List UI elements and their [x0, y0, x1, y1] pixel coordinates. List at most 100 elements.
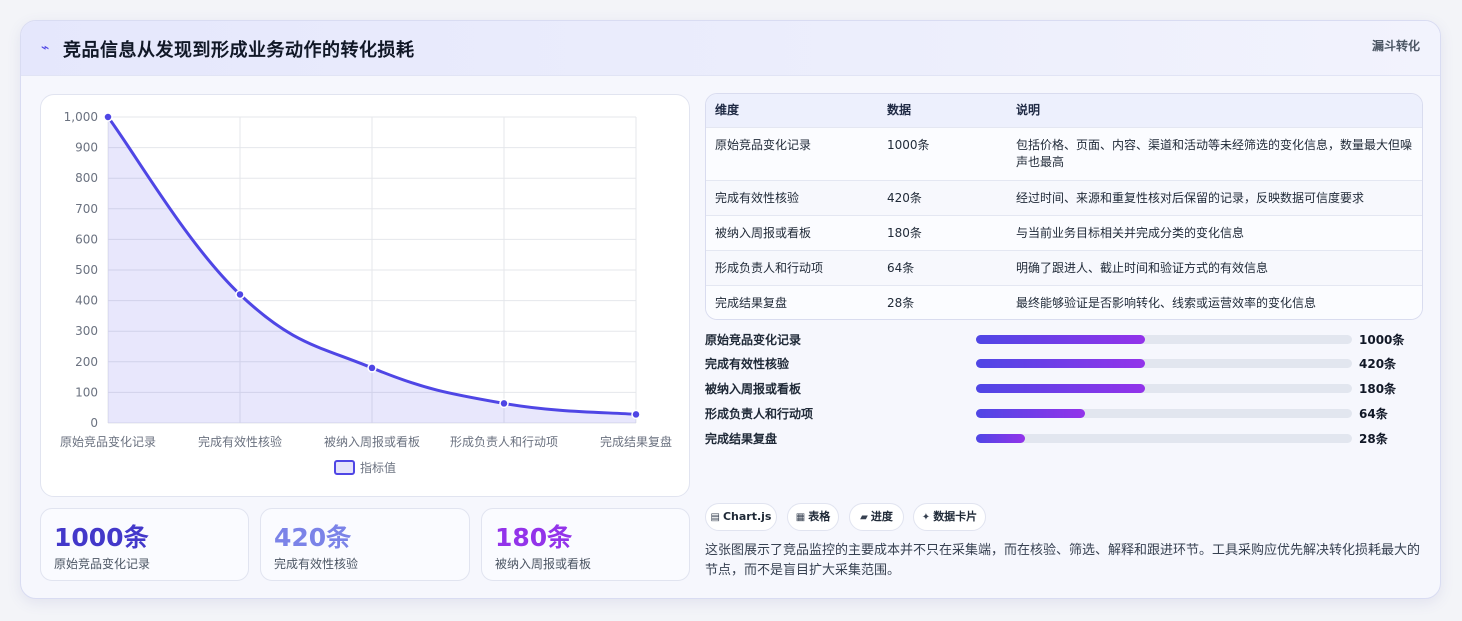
- legend-swatch: [334, 460, 355, 475]
- progress-fill: [976, 434, 1025, 443]
- y-tick-label: 1,000: [64, 110, 98, 124]
- y-tick-label: 200: [75, 355, 98, 369]
- chip-chartjs[interactable]: ▤ Chart.js: [705, 503, 777, 531]
- kpi-label: 原始竞品变化记录: [54, 557, 151, 571]
- chip-progress[interactable]: ▰ 进度: [849, 503, 904, 531]
- y-tick-label: 700: [75, 202, 98, 216]
- progress-label: 完成有效性核验: [705, 357, 790, 371]
- progress-row: 形成负责人和行动项 64条: [705, 403, 1425, 423]
- kpi-value: 180条: [495, 523, 573, 552]
- table-header-cell: 说明: [1016, 103, 1041, 117]
- x-tick-label: 形成负责人和行动项: [450, 435, 558, 449]
- chip-label: 数据卡片: [933, 510, 978, 523]
- progress-row: 完成结果复盘 28条: [705, 428, 1425, 448]
- progress-value: 28条: [1359, 432, 1388, 446]
- progress-track: [976, 335, 1352, 344]
- funnel-badge: 漏斗转化: [1371, 39, 1420, 53]
- x-tick-label: 原始竞品变化记录: [60, 434, 156, 449]
- data-point: [367, 363, 377, 373]
- table-icon: ▦: [795, 512, 806, 523]
- chip-label: 进度: [870, 510, 893, 523]
- data-table: 维度 数据 说明 原始竞品变化记录 1000条 包括价格、页面、内容、渠道和活动…: [705, 93, 1423, 320]
- kpi-label: 被纳入周报或看板: [495, 557, 592, 571]
- table-cell: 被纳入周报或看板: [715, 226, 812, 240]
- progress-row: 被纳入周报或看板 180条: [705, 378, 1425, 398]
- legend-label: 指标值: [360, 460, 396, 475]
- table-cell: 形成负责人和行动项: [715, 261, 824, 275]
- card-title: 竞品信息从发现到形成业务动作的转化损耗: [63, 40, 415, 61]
- table-cell: 与当前业务目标相关并完成分类的变化信息: [1016, 226, 1245, 240]
- y-tick-label: 300: [75, 324, 98, 338]
- y-tick-label: 900: [75, 141, 98, 155]
- progress-row: 原始竞品变化记录 1000条: [705, 329, 1425, 349]
- progress-fill: [976, 409, 1086, 418]
- kpi-card-raw: 1000条 原始竞品变化记录: [40, 508, 249, 581]
- progress-label: 形成负责人和行动项: [705, 407, 814, 421]
- sparkle-icon: ✦: [921, 512, 931, 523]
- table-cell: 经过时间、来源和重复性核对后保留的记录，反映数据可信度要求: [1016, 191, 1365, 205]
- progress-track: [976, 384, 1352, 393]
- chip-table[interactable]: ▦ 表格: [787, 503, 839, 531]
- table-cell: 180条: [887, 226, 922, 240]
- chart-description: 这张图展示了竞品监控的主要成本并不只在采集端，而在核验、筛选、解释和跟进环节。工…: [705, 543, 1421, 578]
- funnel-card: ⌁ 竞品信息从发现到形成业务动作的转化损耗 漏斗转化 0 100 200 300 400…: [20, 20, 1441, 599]
- table-header-row: 维度 数据 说明: [706, 94, 1422, 127]
- y-tick-label: 500: [75, 263, 98, 277]
- chip-data-card[interactable]: ✦ 数据卡片: [913, 503, 986, 531]
- card-header: ⌁ 竞品信息从发现到形成业务动作的转化损耗 漏斗转化: [21, 21, 1440, 76]
- progress-value: 420条: [1359, 357, 1397, 371]
- chip-label: Chart.js: [722, 510, 772, 523]
- line-chart: 0 100 200 300 400 500 600 700 800 900 1,000 原始竞品变化记…: [60, 110, 672, 475]
- y-tick-label: 400: [75, 294, 98, 308]
- table-header-cell: 数据: [887, 103, 912, 117]
- kpi-label: 完成有效性核验: [274, 557, 359, 571]
- x-tick-label: 完成结果复盘: [600, 434, 672, 449]
- data-point: [499, 398, 509, 409]
- table-row: 形成负责人和行动项 64条 明确了跟进人、截止时间和验证方式的有效信息: [706, 250, 1422, 285]
- x-tick-label: 被纳入周报或看板: [324, 434, 420, 449]
- y-tick-label: 100: [75, 385, 98, 399]
- table-cell: 包括价格、页面、内容、渠道和活动等未经筛选的变化信息，数量最大但噪声也最高: [1016, 138, 1413, 169]
- table-row: 被纳入周报或看板 180条 与当前业务目标相关并完成分类的变化信息: [706, 215, 1422, 250]
- table-header-cell: 维度: [715, 103, 740, 117]
- progress-track: [976, 434, 1352, 443]
- table-cell: 完成有效性核验: [715, 191, 800, 205]
- table-cell: 420条: [887, 191, 922, 205]
- chart-icon: ▤: [710, 512, 720, 523]
- x-tick-label: 完成有效性核验: [198, 434, 282, 449]
- table-cell: 1000条: [887, 138, 930, 152]
- progress-label: 完成结果复盘: [705, 432, 778, 446]
- progress-value: 64条: [1359, 407, 1388, 421]
- chip-label: 表格: [808, 510, 831, 523]
- table-cell: 最终能够验证是否影响转化、线索或运营效率的变化信息: [1016, 296, 1317, 310]
- data-point: [631, 409, 641, 420]
- trend-icon: ⌁: [41, 40, 50, 56]
- table-cell: 明确了跟进人、截止时间和验证方式的有效信息: [1016, 261, 1269, 275]
- y-tick-label: 0: [90, 416, 98, 430]
- y-tick-label: 600: [75, 232, 98, 246]
- table-row: 完成结果复盘 28条 最终能够验证是否影响转化、线索或运营效率的变化信息: [706, 285, 1422, 319]
- kpi-value: 1000条: [54, 523, 149, 552]
- y-tick-label: 800: [75, 171, 98, 185]
- progress-label: 被纳入周报或看板: [705, 382, 802, 396]
- progress-fill: [976, 335, 1146, 344]
- data-point: [103, 112, 113, 122]
- table-cell: 64条: [887, 261, 915, 275]
- progress-label: 原始竞品变化记录: [705, 333, 802, 347]
- progress-value: 1000条: [1359, 333, 1405, 347]
- table-cell: 28条: [887, 296, 915, 310]
- data-point: [235, 289, 245, 300]
- table-row: 完成有效性核验 420条 经过时间、来源和重复性核对后保留的记录，反映数据可信度…: [706, 180, 1422, 215]
- table-cell: 原始竞品变化记录: [715, 138, 812, 152]
- kpi-card-verified: 420条 完成有效性核验: [260, 508, 470, 581]
- kpi-card-reported: 180条 被纳入周报或看板: [481, 508, 690, 581]
- progress-fill: [976, 359, 1146, 368]
- progress-track: [976, 409, 1352, 418]
- progress-fill: [976, 384, 1146, 393]
- progress-track: [976, 359, 1352, 368]
- chart-panel: 0 100 200 300 400 500 600 700 800 900 1,000 原始竞品变化记…: [40, 94, 690, 497]
- progress-value: 180条: [1359, 382, 1397, 396]
- progress-row: 完成有效性核验 420条: [705, 353, 1425, 373]
- progress-icon: ▰: [860, 512, 868, 523]
- kpi-value: 420条: [274, 523, 352, 552]
